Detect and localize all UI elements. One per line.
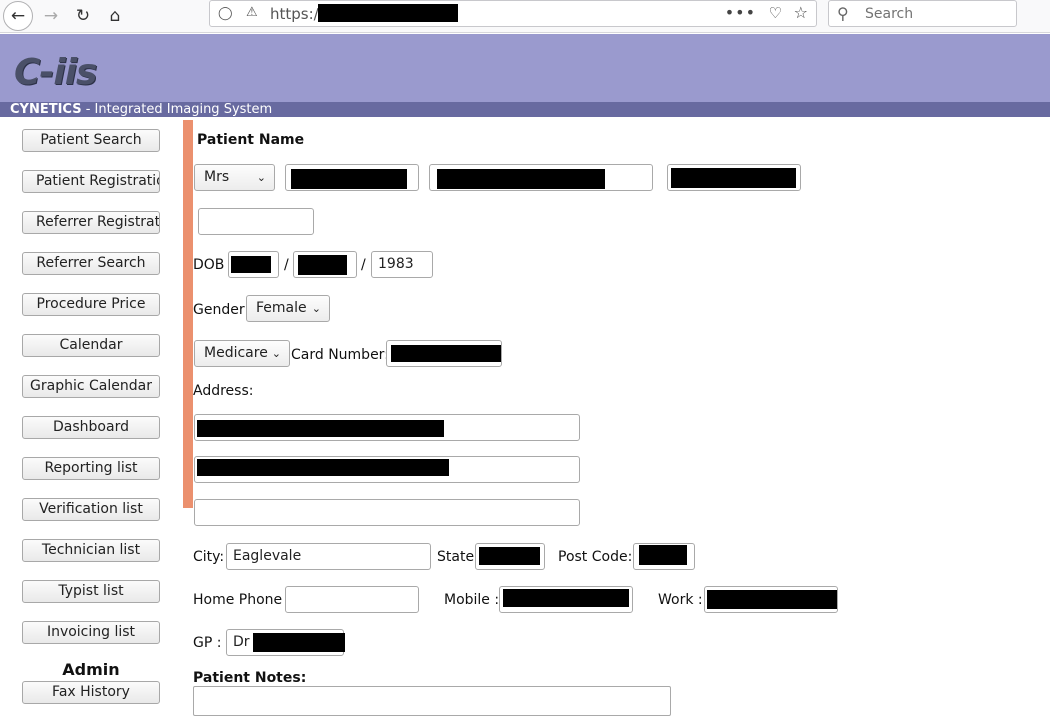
reload-icon[interactable]: ↻ xyxy=(68,1,98,31)
sidebar-typist-list-button[interactable]: Typist list xyxy=(22,580,160,603)
address-bar[interactable]: ◯ ⚠ https:// ••• ♡ ☆ xyxy=(209,0,817,27)
app-subtitle-bar: CYNETICS - Integrated Imaging System xyxy=(0,102,1050,117)
sidebar-referrer-registration-button[interactable]: Referrer Registration xyxy=(22,211,160,234)
patient-name-label: Patient Name xyxy=(197,132,305,148)
postcode-redaction xyxy=(639,545,687,565)
dob-label: DOB xyxy=(193,257,225,273)
address-line-2-redaction xyxy=(197,459,449,476)
sidebar-verification-list-button[interactable]: Verification list xyxy=(22,498,160,521)
state-label: State xyxy=(437,549,475,565)
pocket-icon[interactable]: ♡ xyxy=(769,4,782,22)
chevron-down-icon: ⌄ xyxy=(271,347,281,360)
gender-select-value: Female xyxy=(256,300,307,316)
brand-name: CYNETICS xyxy=(10,102,82,117)
accent-divider xyxy=(183,120,193,508)
sidebar-calendar-button[interactable]: Calendar xyxy=(22,334,160,357)
bookmark-star-icon[interactable]: ☆ xyxy=(794,3,808,22)
city-label: City: xyxy=(193,549,225,565)
card-number-redaction xyxy=(391,345,501,362)
title-select[interactable]: Mrs ⌄ xyxy=(194,164,275,191)
sidebar-referrer-search-button[interactable]: Referrer Search xyxy=(22,252,160,275)
sidebar-dashboard-button[interactable]: Dashboard xyxy=(22,416,160,439)
dob-year-field[interactable]: 1983 xyxy=(371,251,433,278)
address-line-1-redaction xyxy=(197,420,444,437)
city-field[interactable]: Eaglevale xyxy=(226,543,431,570)
sidebar-technician-list-button[interactable]: Technician list xyxy=(22,539,160,562)
gp-redaction xyxy=(253,633,345,652)
url-redaction xyxy=(318,4,458,22)
work-redaction xyxy=(707,590,837,609)
dob-month-redaction xyxy=(298,255,347,275)
gender-label: Gender xyxy=(193,302,245,318)
browser-search-input[interactable] xyxy=(863,4,1013,24)
mobile-redaction xyxy=(503,589,629,607)
sidebar-fax-history-button[interactable]: Fax History xyxy=(22,681,160,704)
work-label: Work : xyxy=(658,592,703,608)
card-type-select[interactable]: Medicare ⌄ xyxy=(194,340,290,367)
home-icon[interactable]: ⌂ xyxy=(100,1,130,31)
mobile-label: Mobile : xyxy=(444,592,500,608)
home-phone-field[interactable] xyxy=(285,586,419,613)
home-phone-label: Home Phone : xyxy=(193,592,292,608)
chevron-down-icon: ⌄ xyxy=(256,171,266,184)
more-actions-icon[interactable]: ••• xyxy=(725,3,756,22)
patient-form: Patient Name Mrs ⌄ DOB / / 1983 Gender Fe… xyxy=(193,117,1050,716)
postcode-label: Post Code: xyxy=(558,549,633,565)
url-text[interactable]: https:// xyxy=(270,5,324,23)
sidebar-graphic-calendar-button[interactable]: Graphic Calendar xyxy=(22,375,160,398)
dob-separator-2: / xyxy=(361,257,366,273)
title-select-value: Mrs xyxy=(204,169,230,185)
forward-arrow-icon[interactable]: → xyxy=(36,1,66,31)
app-header: C-iis xyxy=(0,34,1050,102)
sidebar-reporting-list-button[interactable]: Reporting list xyxy=(22,457,160,480)
admin-section-title: Admin xyxy=(62,660,120,679)
sidebar-invoicing-list-button[interactable]: Invoicing list xyxy=(22,621,160,644)
last-name-redaction xyxy=(671,168,796,188)
dob-day-redaction xyxy=(231,256,271,273)
first-name-redaction xyxy=(291,169,407,189)
back-arrow-icon[interactable]: ← xyxy=(3,1,33,31)
chevron-down-icon: ⌄ xyxy=(311,302,321,315)
browser-toolbar: ← → ↻ ⌂ ◯ ⚠ https:// ••• ♡ ☆ ⚲ xyxy=(0,0,1050,33)
sidebar: Patient Search Patient Registration Refe… xyxy=(0,117,182,704)
gp-label: GP : xyxy=(193,635,222,651)
card-type-select-value: Medicare xyxy=(204,345,268,361)
sidebar-patient-search-button[interactable]: Patient Search xyxy=(22,129,160,152)
state-redaction xyxy=(479,547,540,565)
sidebar-patient-registration-button[interactable]: Patient Registration xyxy=(22,170,160,193)
dob-separator-1: / xyxy=(284,257,289,273)
patient-notes-textarea[interactable] xyxy=(193,686,671,716)
gender-select[interactable]: Female ⌄ xyxy=(246,295,330,322)
shield-icon[interactable]: ◯ xyxy=(218,6,233,21)
sidebar-procedure-price-button[interactable]: Procedure Price xyxy=(22,293,160,316)
card-number-label: Card Number: xyxy=(291,347,389,363)
address-label: Address: xyxy=(193,383,254,399)
app-logo: C-iis xyxy=(14,52,97,93)
app-tagline: - Integrated Imaging System xyxy=(81,102,273,117)
middle-name-redaction xyxy=(437,169,605,189)
browser-search-box[interactable]: ⚲ xyxy=(828,0,1017,27)
preferred-name-field[interactable] xyxy=(198,208,314,235)
search-icon: ⚲ xyxy=(837,4,849,23)
patient-notes-label: Patient Notes: xyxy=(193,670,307,686)
address-line-3-field[interactable] xyxy=(194,499,580,526)
lock-warning-icon[interactable]: ⚠ xyxy=(246,5,258,20)
